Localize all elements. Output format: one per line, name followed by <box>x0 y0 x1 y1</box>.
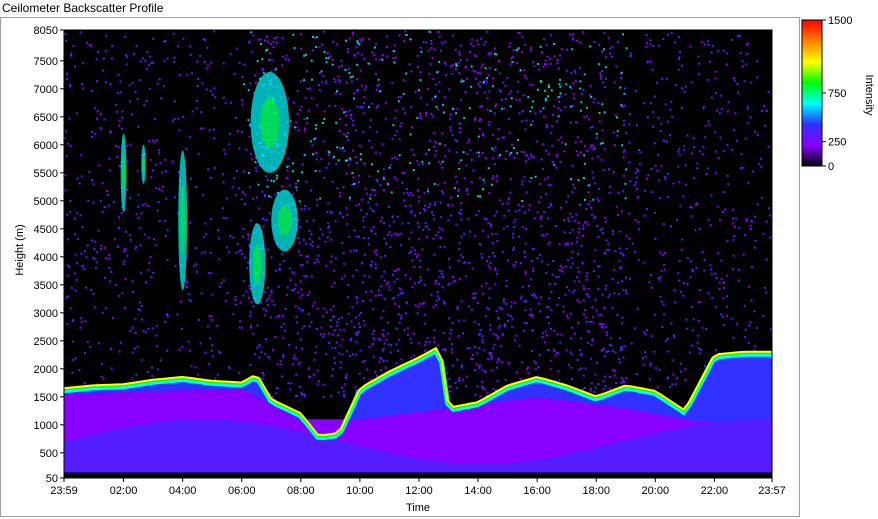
x-tick-label: 12:00 <box>405 485 433 497</box>
colorbar-tick-label: 250 <box>828 137 846 149</box>
x-tick-label: 10:00 <box>346 485 374 497</box>
cloud-core <box>277 205 292 236</box>
colorbar-gradient <box>801 19 823 167</box>
cloud-core <box>180 185 185 256</box>
y-tick-label: 2000 <box>34 364 58 376</box>
y-tick-label: 5000 <box>34 196 58 208</box>
colorbar: 0 250 750 1500 <box>801 15 852 173</box>
x-tick-label: 23:59 <box>50 485 78 497</box>
x-tick-label: 14:00 <box>464 485 492 497</box>
y-tick-label: 8050 <box>34 25 58 37</box>
y-tick-label: 7500 <box>34 56 58 68</box>
y-tick-label: 500 <box>40 448 58 460</box>
x-tick-label: 02:00 <box>110 485 138 497</box>
colorbar-tick-label: 750 <box>828 88 846 100</box>
x-tick-label: 22:00 <box>701 485 729 497</box>
x-tick-label: 04:00 <box>169 485 197 497</box>
backscatter-chart: 5050010001500200025003000350040004500500… <box>14 15 875 514</box>
y-tick-label: 6500 <box>34 112 58 124</box>
x-tick-label: 16:00 <box>523 485 551 497</box>
y-tick-label: 4000 <box>34 252 58 264</box>
cloud-core <box>260 97 280 148</box>
y-tick-label: 6000 <box>34 140 58 152</box>
x-tick-label: 08:00 <box>287 485 315 497</box>
colorbar-label: Intensity <box>863 75 875 116</box>
x-tick-label: 18:00 <box>582 485 610 497</box>
cloud-core <box>253 243 262 285</box>
y-tick-label: 7000 <box>34 84 58 96</box>
cloud-core <box>142 154 145 175</box>
y-tick-label: 5500 <box>34 168 58 180</box>
cloud-core <box>122 153 126 193</box>
x-tick-label: 23:57 <box>758 485 786 497</box>
y-tick-label: 4500 <box>34 224 58 236</box>
y-tick-label: 1500 <box>34 392 58 404</box>
y-tick-label: 1000 <box>34 420 58 432</box>
y-tick-label: 3500 <box>34 280 58 292</box>
plot-area <box>64 30 772 478</box>
ground-band <box>64 472 772 478</box>
x-tick-label: 20:00 <box>642 485 670 497</box>
x-axis-label: Time <box>406 502 430 514</box>
y-tick-label: 3000 <box>34 308 58 320</box>
y-tick-label: 50 <box>46 473 58 485</box>
y-axis-label: Height (m) <box>14 224 26 275</box>
x-tick-label: 06:00 <box>228 485 256 497</box>
colorbar-tick-label: 0 <box>828 161 834 173</box>
y-tick-label: 2500 <box>34 336 58 348</box>
colorbar-tick-label: 1500 <box>828 15 852 27</box>
